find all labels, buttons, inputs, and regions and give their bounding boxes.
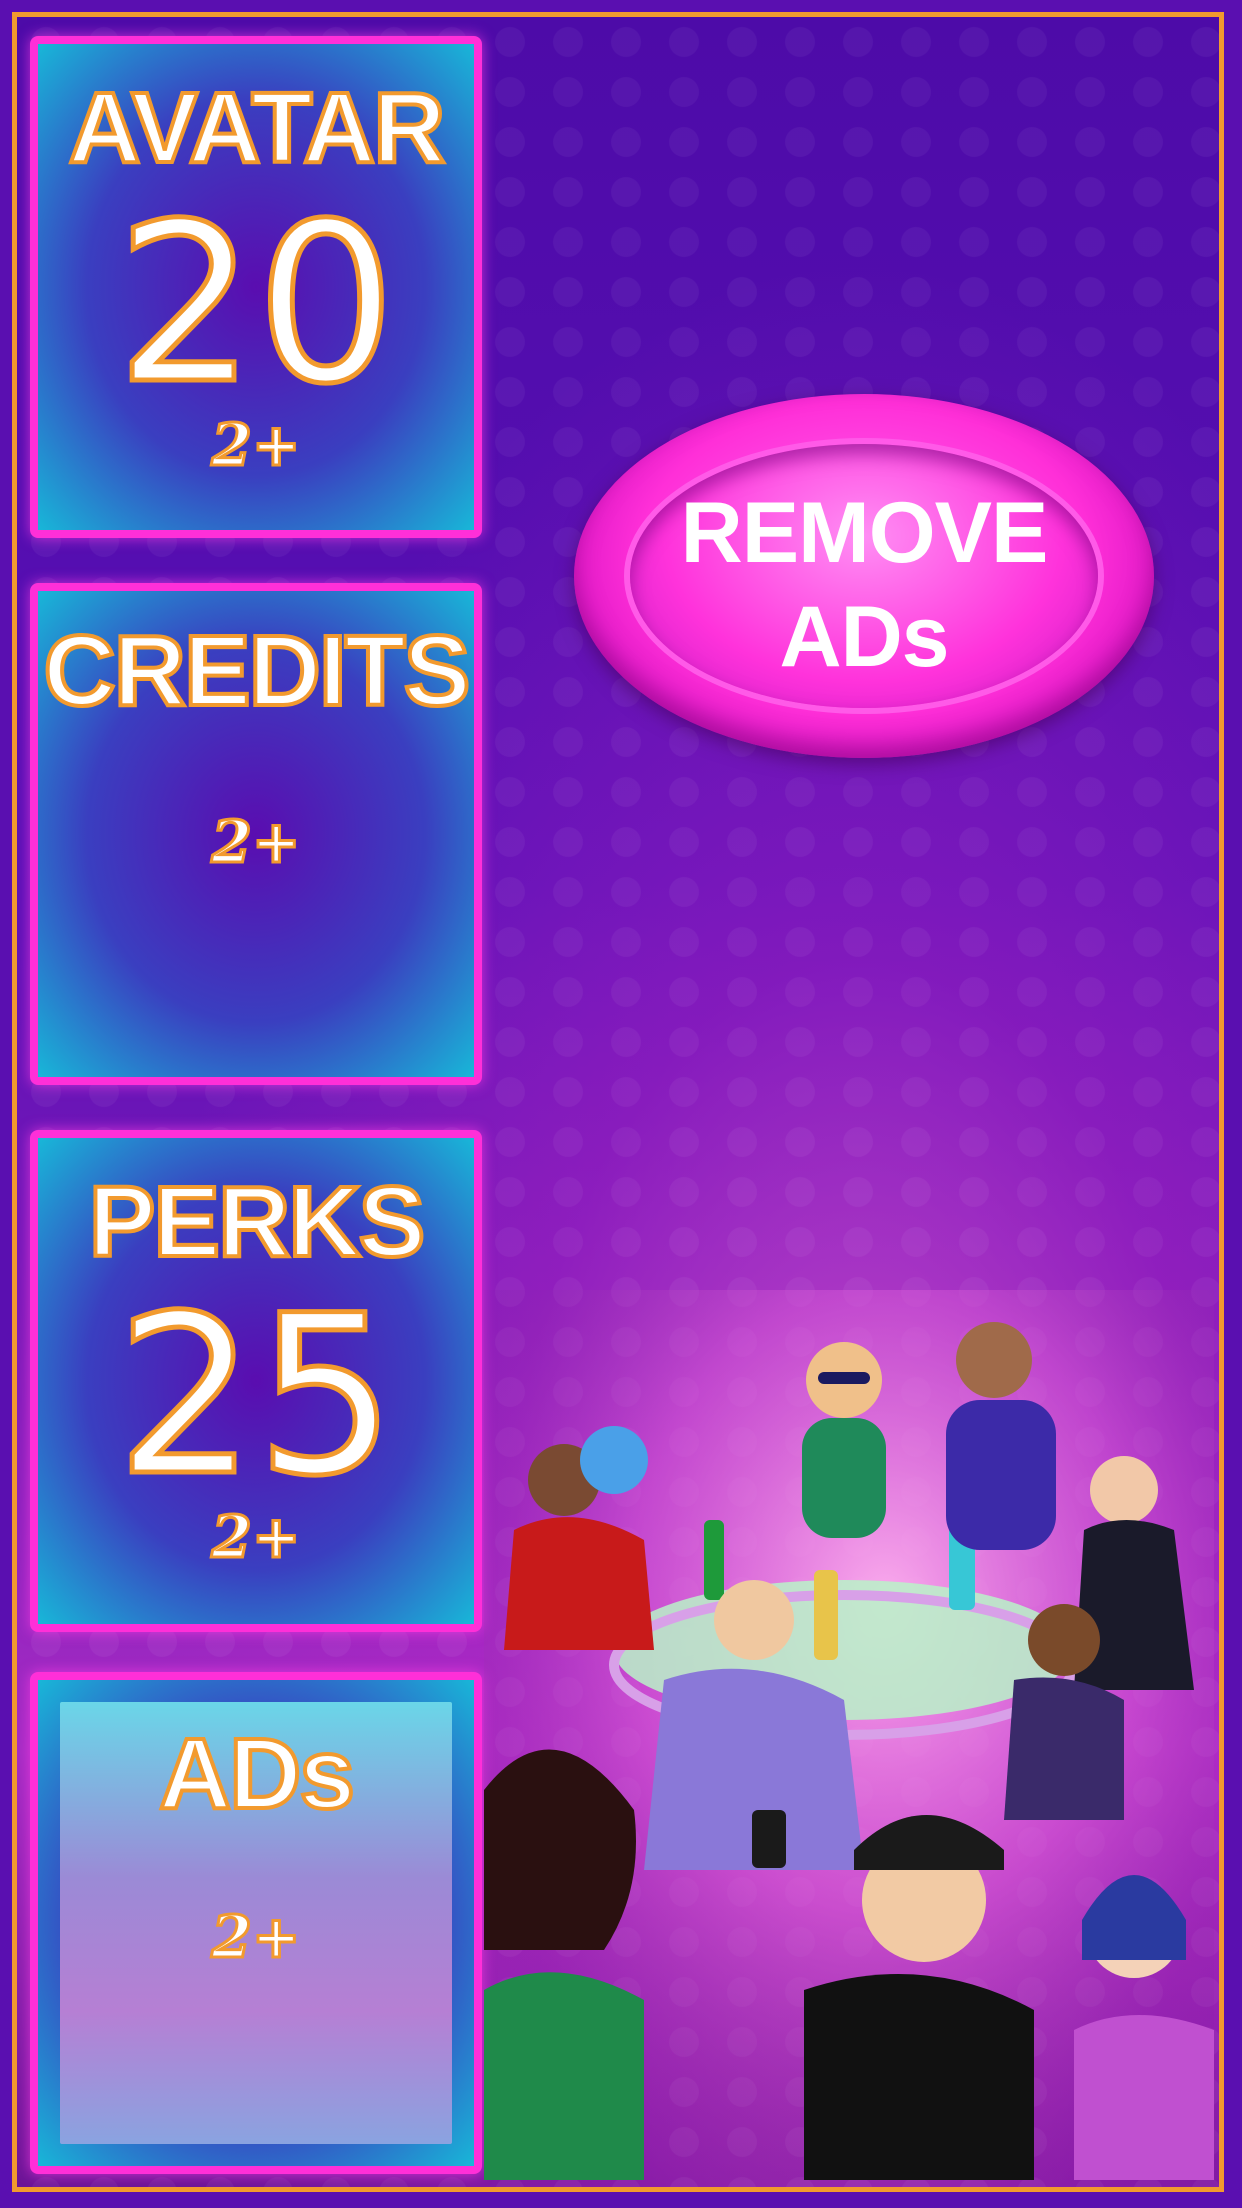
perks-tile[interactable]: PERKS 25 2+: [30, 1130, 482, 1632]
phone-icon: [752, 1810, 786, 1868]
avatar-count: 20: [114, 176, 399, 432]
person-green-shirt: [802, 1342, 886, 1538]
perks-count: 25: [114, 1268, 399, 1524]
remove-ads-label-line1: REMOVE: [680, 485, 1049, 581]
remove-ads-button[interactable]: REMOVE ADs: [574, 394, 1154, 758]
credits-tile[interactable]: CREDITS 2+: [30, 583, 482, 1085]
avatar-age-badge: 2+: [210, 411, 302, 479]
perks-age-badge: 2+: [210, 1503, 302, 1571]
credits-age-badge: 2+: [210, 808, 302, 876]
ads-title: ADs: [157, 1718, 357, 1830]
avatar-title: AVATAR: [67, 72, 448, 184]
perks-title: PERKS: [87, 1166, 428, 1278]
ads-tile[interactable]: ADs 2+: [30, 1672, 482, 2174]
avatar-tile[interactable]: AVATAR 20 2+: [30, 36, 482, 538]
bottle-icon: [814, 1570, 838, 1660]
remove-ads-label-line2: ADs: [779, 589, 949, 685]
party-people-illustration: [484, 1290, 1214, 2180]
ads-age-badge: 2+: [210, 1903, 302, 1971]
credits-title: CREDITS: [42, 615, 473, 727]
bottle-icon: [704, 1520, 724, 1600]
